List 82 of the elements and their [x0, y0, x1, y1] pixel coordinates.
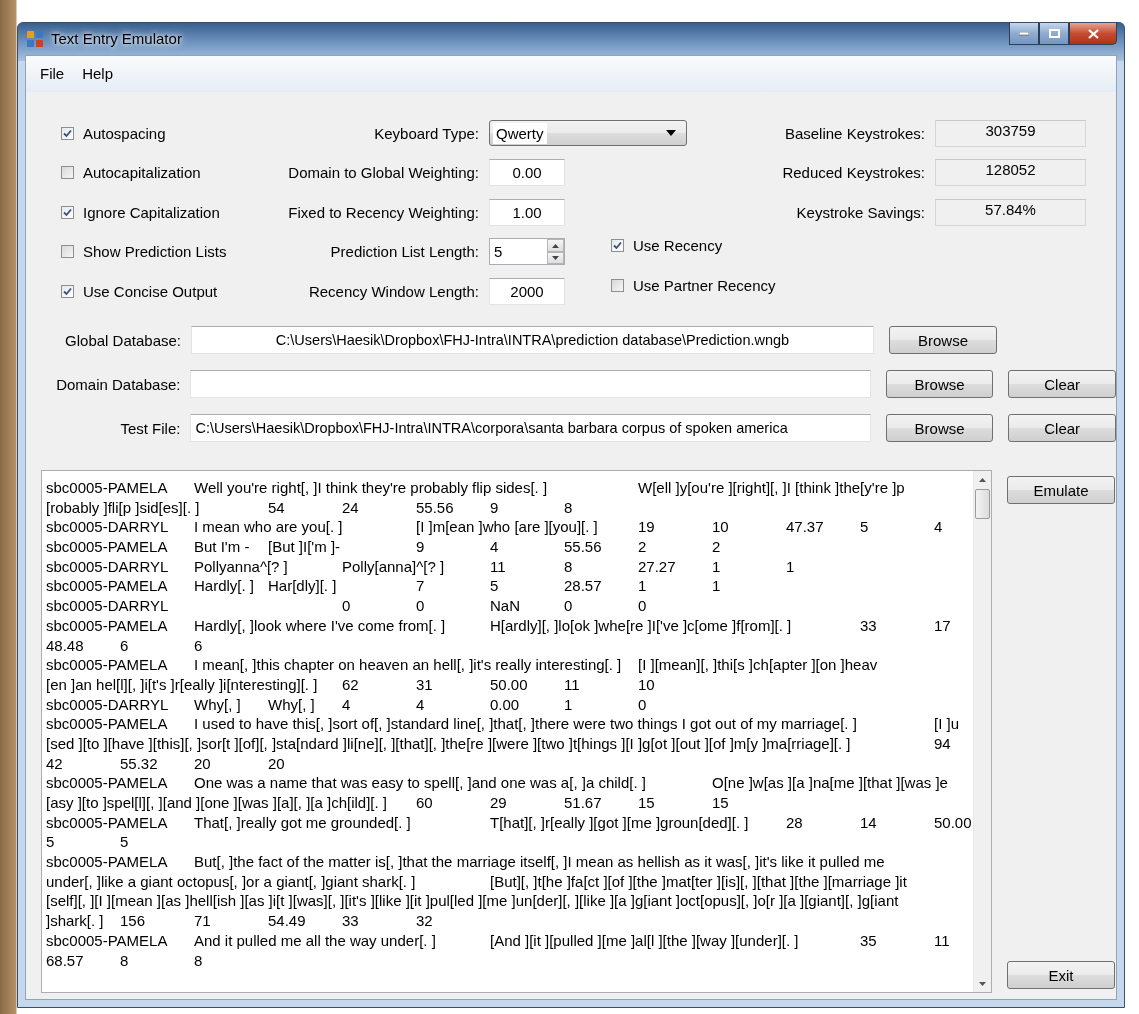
close-icon	[1087, 28, 1099, 39]
checkbox[interactable]	[61, 205, 74, 219]
output-line: sbc0005-DARRYL I mean who are you[. ] [I ]m[ean ]who [are ][you][. ] 19 10 47.37 5 4	[46, 517, 944, 538]
checkbox-label[interactable]: Autospacing	[83, 124, 166, 142]
spin-up-icon[interactable]	[547, 239, 564, 252]
output-line: 68.57 8 8	[46, 950, 204, 971]
browse-button[interactable]: Browse	[885, 370, 994, 398]
output-line: [en ]an hel[l][, ]i[t's ]r[eally ]i[nteresting][. ] 62 31 50.00 11 10	[46, 674, 656, 695]
checkbox-label[interactable]: Use Partner Recency	[633, 276, 776, 294]
stat-field: 57.84%	[935, 198, 1086, 226]
output-line: sbc0005-PAMELA But[, ]the fact of the matter is[, ]that the marriage itself[, ]I mean as hellish as it was[, ]it's like it pulled me	[46, 852, 886, 872]
checkbox-label[interactable]: Use Recency	[633, 237, 723, 255]
checkbox[interactable]	[611, 239, 624, 253]
output-line: under[, ]like a giant octopus[, ]or a giant[, ]giant shark[. ] [But][, ]t[he ]fa[ct ][of ][the ]mat[ter ][is][, ][that ][the ][marriage ]it	[46, 871, 908, 892]
clear-button[interactable]: Clear	[1008, 370, 1116, 398]
field-label: Recency Window Length:	[308, 282, 479, 300]
checkbox[interactable]	[61, 284, 74, 298]
stat-label: Baseline Keystrokes:	[784, 124, 925, 142]
emulate-button[interactable]: Emulate	[1007, 476, 1115, 504]
checkbox[interactable]	[611, 278, 624, 292]
close-button[interactable]	[1069, 23, 1117, 45]
output-line: sbc0005-PAMELA One was a name that was easy to spell[, ]and one was a[, ]a child[. ] O[ne ]w[as ][a ]na[me ][that ][was ]e	[46, 773, 949, 793]
output-line: [asy ][to ]spel[l][, ][and ][one ][was ][a][, ][a ]ch[ild][. ] 60 29 51.67 15 15	[46, 793, 730, 813]
browse-button[interactable]: Browse	[889, 326, 997, 354]
output-line: sbc0005-PAMELA I mean[, ]this chapter on heaven an hell[, ]it's really interesting[. ] [I ][mean][, ]thi[s ]ch[apter ][on ]heav	[46, 655, 879, 675]
output-line: [robably ]fli[p ]sid[es][. ] 54 24 55.56 9 8	[46, 497, 574, 518]
exit-button[interactable]: Exit	[1007, 961, 1115, 989]
path-field[interactable]: C:\Users\Haesik\Dropbox\FHJ-Intra\INTRA\corpora\santa barbara corpus of spoken america	[190, 414, 871, 442]
output-line: sbc0005-DARRYL Why[, ] Why[, ] 4 4 0.00 1 0	[46, 694, 648, 715]
checkbox[interactable]	[61, 245, 74, 259]
output-line: sbc0005-DARRYL Pollyanna^[? ] Polly[anna]^[? ] 11 8 27.27 1 1	[46, 556, 796, 577]
window-title: Text Entry Emulator	[51, 30, 182, 48]
field-label: Domain to Global Weighting:	[288, 164, 479, 182]
output-line: sbc0005-PAMELA Hardly[, ]look where I've come from[. ] H[ardly][, ]lo[ok ]whe[re ]I['ve ]c[ome ]f[rom][. ] 33 17	[46, 615, 952, 636]
field-label: Domain Database:	[55, 375, 182, 393]
output-line: [self][, ][I ][mean ][as ]hell[ish ][as ]i[t ][was][, ][it's ][like ][it ]pul[led ][me ]un[der][, ][like ][a ]g[iant ]oct[opus][, ]o[r ][a ][giant][, ]g[iant	[46, 891, 900, 912]
output-line: [sed ][to ][have ][this][, ]sor[t ][of][, ]sta[ndard ]li[ne][, ][that][, ]the[re ][were ][two ]t[hings ][I ]g[ot ][out ][of ]m[y ]ma[rriage][. ] 94	[46, 733, 952, 754]
checkbox-label[interactable]: Ignore Capitalization	[83, 203, 220, 221]
path-field[interactable]	[190, 370, 871, 398]
stat-field: 128052	[935, 159, 1086, 187]
field-label: Prediction List Length:	[330, 243, 479, 261]
field-label: Keyboard Type:	[374, 124, 479, 142]
browse-button[interactable]: Browse	[885, 414, 994, 442]
input-field[interactable]: 2000	[489, 277, 565, 305]
maximize-button[interactable]	[1039, 23, 1069, 45]
output-line: 5 5	[46, 832, 130, 853]
maximize-icon	[1048, 29, 1060, 38]
field-label: Test File:	[119, 419, 182, 437]
stat-label: Reduced Keystrokes:	[782, 164, 925, 182]
stat-field: 303759	[935, 119, 1086, 147]
stat-label: Keystroke Savings:	[796, 203, 925, 221]
input-field[interactable]: 1.00	[489, 198, 565, 226]
number-spinner[interactable]: 5	[489, 238, 565, 266]
clear-button[interactable]: Clear	[1008, 414, 1116, 442]
output-line: sbc0005-PAMELA That[, ]really got me grounded[. ] T[hat][, ]r[eally ][got ][me ]groun[ded][. ] 28 14 50.00	[46, 812, 973, 833]
checkbox-label[interactable]: Autocapitalization	[83, 164, 201, 182]
scrollbar[interactable]	[973, 471, 991, 992]
scroll-thumb[interactable]	[975, 489, 990, 519]
keyboard-type-dropdown[interactable]: Qwerty	[489, 120, 687, 147]
path-field[interactable]: C:\Users\Haesik\Dropbox\FHJ-Intra\INTRA\prediction database\Prediction.wngb	[191, 326, 874, 354]
menu-item[interactable]: File	[31, 61, 74, 86]
minimize-button[interactable]	[1009, 23, 1039, 45]
app-icon	[27, 30, 43, 47]
output-line: 48.48 6 6	[46, 635, 204, 656]
output-line: sbc0005-PAMELA Well you're right[, ]I think they're probably flip sides[. ] W[ell ]y[ou're ][right][, ]I [think ]the[y're ]p	[46, 478, 906, 498]
input-field[interactable]: 0.00	[489, 159, 565, 187]
checkbox-label[interactable]: Show Prediction Lists	[83, 243, 227, 261]
field-label: Fixed to Recency Weighting:	[288, 203, 479, 221]
checkbox[interactable]	[61, 126, 74, 140]
output-line: ]shark[. ] 156 71 54.49 33 32	[46, 911, 434, 931]
menu-item[interactable]: Help	[73, 61, 123, 86]
checkbox[interactable]	[61, 166, 74, 180]
output-line: sbc0005-PAMELA But I'm - [But ]I['m ]- 9 4 55.56 2 2	[46, 537, 722, 557]
output-line: sbc0005-PAMELA Hardly[. ] Har[dly][. ] 7 5 28.57 1 1	[46, 576, 722, 597]
checkbox-label[interactable]: Use Concise Output	[83, 282, 218, 300]
output-line: sbc0005-PAMELA And it pulled me all the way under[. ] [And ][it ][pulled ][me ]al[l ][the ][way ][under][. ] 35 11	[46, 930, 951, 951]
minimize-icon	[1019, 31, 1029, 36]
field-label: Global Database:	[64, 331, 182, 349]
dropdown-arrow-icon	[666, 130, 676, 137]
output-line: sbc0005-PAMELA I used to have this[, ]sort of[, ]standard line[, ]that[, ]there were two things I got out of my marriage[. ] [I ]u	[46, 714, 960, 734]
output-line: 42 55.32 20 20	[46, 753, 286, 774]
output-line: sbc0005-DARRYL 0 0 NaN 0 0	[46, 596, 648, 616]
